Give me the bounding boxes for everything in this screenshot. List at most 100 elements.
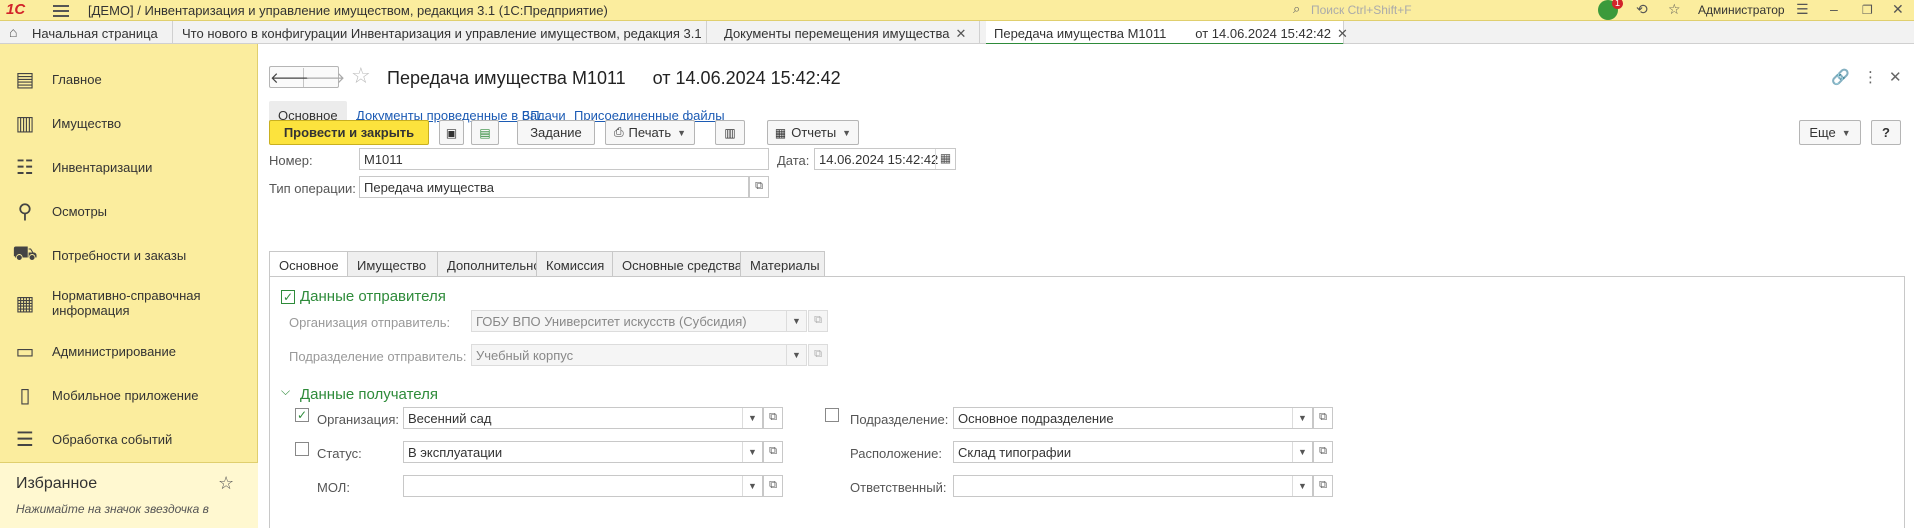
print-button[interactable]: ⎙ Печать ▼ <box>605 120 695 145</box>
recipient-org-checkbox[interactable]: ✓ <box>295 408 309 422</box>
recipient-status-checkbox[interactable] <box>295 442 309 456</box>
sidebar-item-administration[interactable]: ▭ Администрирование <box>0 331 258 371</box>
form-tab-commission[interactable]: Комиссия <box>536 251 613 276</box>
post-and-close-button[interactable]: Провести и закрыть <box>269 120 429 145</box>
sender-dept-label: Подразделение отправитель: <box>289 349 467 364</box>
window-tabs-bar: ⌂ Начальная страница Что нового в конфиг… <box>0 21 1914 45</box>
global-search-input[interactable]: ⌕ Поиск Ctrl+Shift+F <box>1291 1 1591 19</box>
close-window-icon[interactable]: ✕ <box>1892 1 1904 18</box>
main-menu-icon[interactable] <box>52 2 70 18</box>
number-field[interactable]: М1011 <box>359 148 769 170</box>
reports-button[interactable]: ▦ Отчеты ▼ <box>767 120 859 145</box>
add-to-favorites-star-icon[interactable]: ☆ <box>351 63 371 89</box>
save-icon[interactable]: ▣ <box>439 120 464 145</box>
form-tab-fixed-assets[interactable]: Основные средства <box>612 251 742 276</box>
date-label: Дата: <box>777 153 810 168</box>
minimize-icon[interactable]: – <box>1830 1 1838 17</box>
sender-org-label: Организация отправитель: <box>289 315 451 330</box>
operation-type-field[interactable]: Передача имущества <box>359 176 749 198</box>
form-tab-materials[interactable]: Материалы <box>740 251 825 276</box>
date-field[interactable]: 14.06.2024 15:42:42 ▦ <box>814 148 956 170</box>
open-recipient-responsible-icon[interactable]: ⧉ <box>1313 475 1333 497</box>
sidebar-item-event-processing[interactable]: ☰ Обработка событий <box>0 419 258 459</box>
recipient-dept-value: Основное подразделение <box>958 411 1114 426</box>
document-title-date: от 14.06.2024 15:42:42 <box>652 68 841 88</box>
chevron-down-icon[interactable]: ▼ <box>1292 408 1312 428</box>
post-icon[interactable]: ▤ <box>471 120 499 145</box>
tab-transfer-documents[interactable]: Документы перемещения имущества ✕ <box>716 21 980 44</box>
close-form-icon[interactable]: ✕ <box>1889 68 1902 86</box>
sender-section-toggle[interactable]: ✓ <box>281 290 295 304</box>
task-button[interactable]: Задание <box>517 120 595 145</box>
tab-home[interactable]: ⌂ Начальная страница <box>0 21 173 44</box>
open-recipient-mol-icon[interactable]: ⧉ <box>763 475 783 497</box>
favorites-star-icon[interactable]: ☆ <box>1668 1 1681 18</box>
recipient-location-label: Расположение: <box>850 446 942 461</box>
recipient-location-field[interactable]: Склад типографии ▼ <box>953 441 1313 463</box>
chevron-down-icon: ▼ <box>786 345 806 365</box>
reports-icon: ▦ <box>774 125 787 140</box>
recipient-org-label: Организация: <box>317 412 400 427</box>
sidebar-item-property[interactable]: ▥ Имущество <box>0 103 258 143</box>
recipient-org-field[interactable]: Весенний сад ▼ <box>403 407 763 429</box>
recipient-dept-field[interactable]: Основное подразделение ▼ <box>953 407 1313 429</box>
tab-whats-new[interactable]: Что нового в конфигурации Инвентаризация… <box>174 21 707 44</box>
open-operation-type-icon[interactable]: ⧉ <box>749 176 769 198</box>
navigation-buttons: 🡐 🡒 <box>269 66 345 88</box>
recipient-section-title[interactable]: Данные получателя <box>300 386 438 403</box>
mobile-icon: ▯ <box>19 385 31 407</box>
current-user[interactable]: Администратор <box>1698 3 1785 17</box>
sidebar-item-label: Осмотры <box>52 203 108 219</box>
open-recipient-org-icon[interactable]: ⧉ <box>763 407 783 429</box>
close-tab-icon[interactable]: ✕ <box>1337 26 1348 41</box>
help-button[interactable]: ? <box>1871 120 1901 145</box>
chevron-down-icon[interactable]: ▼ <box>742 442 762 462</box>
chevron-down-icon[interactable]: ▼ <box>1292 476 1312 496</box>
recipient-dept-checkbox[interactable] <box>825 408 839 422</box>
more-button[interactable]: Еще ▼ <box>1799 120 1861 145</box>
open-recipient-location-icon[interactable]: ⧉ <box>1313 441 1333 463</box>
sidebar-item-inventories[interactable]: ☷ Инвентаризации <box>0 147 258 187</box>
favorites-star-icon[interactable]: ☆ <box>218 473 234 494</box>
reports-label: Отчеты <box>791 125 837 140</box>
calendar-icon[interactable]: ▦ <box>935 149 955 169</box>
close-tab-icon[interactable]: ✕ <box>955 26 966 41</box>
sidebar-item-label: Потребности и заказы <box>52 247 187 263</box>
history-icon[interactable]: ⟲ <box>1636 1 1648 18</box>
sidebar-item-reference-info[interactable]: ▦ Нормативно-справочная информация <box>0 283 258 323</box>
sidebar-item-needs-orders[interactable]: ⛟ Потребности и заказы <box>0 235 258 275</box>
form-tab-additional[interactable]: Дополнительно <box>437 251 541 276</box>
cart-icon: ⛟ <box>12 243 38 265</box>
settings-menu-icon[interactable]: ☰ <box>1796 1 1809 18</box>
sidebar: ▤ Главное ▥ Имущество ☷ Инвентаризации ⚲… <box>0 44 258 528</box>
reference-book-icon: ▦ <box>15 293 35 315</box>
tab-transfer-m1011[interactable]: Передача имущества М1011 от 14.06.2024 1… <box>986 21 1348 45</box>
sender-section-title[interactable]: Данные отправителя <box>300 288 446 305</box>
recipient-responsible-field[interactable]: ▼ <box>953 475 1313 497</box>
form-tab-property[interactable]: Имущество <box>347 251 438 276</box>
open-recipient-dept-icon[interactable]: ⧉ <box>1313 407 1333 429</box>
recipient-org-value: Весенний сад <box>408 411 492 426</box>
notifications-badge: 1 <box>1611 0 1623 9</box>
more-vertical-icon[interactable]: ⋮ <box>1863 68 1878 86</box>
form-tab-main[interactable]: Основное <box>269 251 348 277</box>
link-icon[interactable]: 🔗 <box>1831 68 1850 86</box>
open-sender-dept-icon: ⧉ <box>808 344 828 366</box>
open-recipient-status-icon[interactable]: ⧉ <box>763 441 783 463</box>
notifications-icon[interactable]: 1 <box>1598 0 1623 20</box>
sidebar-item-inspections[interactable]: ⚲ Осмотры <box>0 191 258 231</box>
sidebar-item-mobile-app[interactable]: ▯ Мобильное приложение <box>0 375 258 415</box>
document-title: Передача имущества М1011 от 14.06.2024 1… <box>387 68 841 89</box>
recipient-status-field[interactable]: В эксплуатации ▼ <box>403 441 763 463</box>
recipient-section-chevron-icon[interactable]: ⌵ <box>281 384 290 399</box>
restore-icon[interactable]: ❐ <box>1862 3 1873 17</box>
back-arrow-icon[interactable]: 🡐 <box>270 68 310 87</box>
chevron-down-icon[interactable]: ▼ <box>742 408 762 428</box>
chevron-down-icon[interactable]: ▼ <box>742 476 762 496</box>
forward-arrow-icon[interactable]: 🡒 <box>305 68 345 87</box>
document-structure-icon[interactable]: ▥ <box>715 120 745 145</box>
search-placeholder: Поиск Ctrl+Shift+F <box>1311 3 1412 17</box>
chevron-down-icon[interactable]: ▼ <box>1292 442 1312 462</box>
recipient-mol-field[interactable]: ▼ <box>403 475 763 497</box>
sidebar-item-main[interactable]: ▤ Главное <box>0 59 258 99</box>
